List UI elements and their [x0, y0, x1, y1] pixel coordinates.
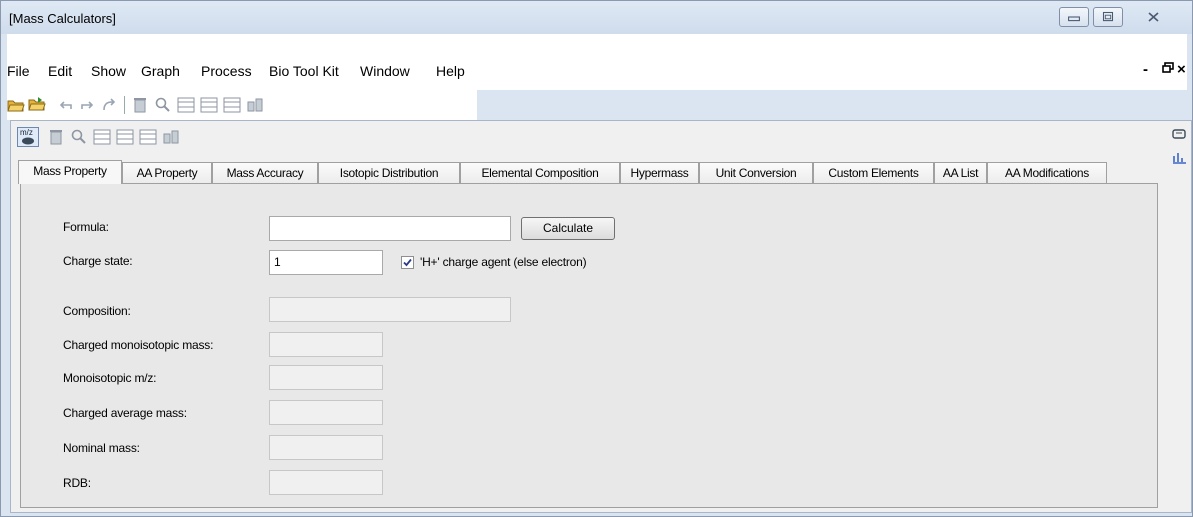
- layout-icon-3[interactable]: [139, 129, 157, 145]
- rdb-label: RDB:: [63, 476, 91, 490]
- tab-aa-modifications[interactable]: AA Modifications: [987, 162, 1107, 183]
- main-toolbar: [7, 90, 477, 120]
- layout-icon-2[interactable]: [116, 129, 134, 145]
- delete-icon[interactable]: [47, 129, 65, 145]
- menu-window[interactable]: Window: [360, 63, 410, 79]
- layout-icon-1[interactable]: [177, 97, 195, 113]
- tab-elemental-composition[interactable]: Elemental Composition: [460, 162, 620, 183]
- minimize-icon: [1068, 16, 1080, 22]
- calculator-toolbar: m/z: [11, 121, 1191, 164]
- mdi-close-button[interactable]: ×: [1177, 61, 1186, 78]
- charged-average-mass-label: Charged average mass:: [63, 406, 187, 420]
- tab-aa-list[interactable]: AA List: [934, 162, 987, 183]
- menu-edit[interactable]: Edit: [48, 63, 72, 79]
- close-icon: [1148, 12, 1159, 22]
- mz-calculator-button[interactable]: m/z: [17, 127, 39, 147]
- charge-state-label: Charge state:: [63, 254, 133, 268]
- charged-average-mass-output: [269, 400, 383, 425]
- close-button[interactable]: [1129, 7, 1179, 27]
- rdb-output: [269, 470, 383, 495]
- formula-label: Formula:: [63, 220, 109, 234]
- tab-mass-property[interactable]: Mass Property: [18, 160, 122, 184]
- tab-hypermass[interactable]: Hypermass: [620, 162, 699, 183]
- menu-graph[interactable]: Graph: [141, 63, 180, 79]
- mdi-restore-button[interactable]: [1162, 61, 1174, 78]
- restore-icon: [1102, 11, 1114, 22]
- window-title: [Mass Calculators]: [9, 11, 116, 26]
- monoisotopic-mz-label: Monoisotopic m/z:: [63, 371, 157, 385]
- compare-icon[interactable]: [162, 129, 180, 145]
- menu-help[interactable]: Help: [436, 63, 465, 79]
- charged-monoisotopic-mass-output: [269, 332, 383, 357]
- formula-input[interactable]: [269, 216, 511, 241]
- mdi-restore-icon: [1162, 62, 1174, 73]
- undo-icon[interactable]: [56, 97, 74, 113]
- calculate-button[interactable]: Calculate: [521, 217, 615, 240]
- delete-icon[interactable]: [131, 97, 149, 113]
- tab-unit-conversion[interactable]: Unit Conversion: [699, 162, 813, 183]
- menu-process[interactable]: Process: [201, 63, 252, 79]
- tab-isotopic-distribution[interactable]: Isotopic Distribution: [318, 162, 460, 183]
- checkmark-icon: [403, 258, 412, 267]
- tab-custom-elements[interactable]: Custom Elements: [813, 162, 934, 183]
- charged-monoisotopic-mass-label: Charged monoisotopic mass:: [63, 338, 214, 352]
- copy-icon[interactable]: [1171, 127, 1189, 143]
- tab-mass-accuracy[interactable]: Mass Accuracy: [212, 162, 318, 183]
- nominal-mass-label: Nominal mass:: [63, 441, 140, 455]
- menu-bar: File Edit Show Graph Process Bio Tool Ki…: [7, 34, 1187, 90]
- repeat-icon[interactable]: [101, 96, 119, 112]
- redo-icon[interactable]: [79, 97, 97, 113]
- layout-icon-3[interactable]: [223, 97, 241, 113]
- mass-property-panel: Formula: Calculate Charge state: 1 'H+' …: [20, 183, 1158, 508]
- tab-aa-property[interactable]: AA Property: [122, 162, 212, 183]
- menu-file[interactable]: File: [7, 63, 30, 79]
- menu-bio-tool-kit[interactable]: Bio Tool Kit: [269, 63, 339, 79]
- title-bar: [Mass Calculators]: [1, 1, 1192, 34]
- mdi-minimize-button[interactable]: -: [1143, 61, 1148, 78]
- charge-agent-label: 'H+' charge agent (else electron): [420, 255, 587, 269]
- toolbar-separator: [124, 96, 125, 114]
- charge-agent-checkbox[interactable]: [401, 256, 414, 269]
- composition-label: Composition:: [63, 304, 131, 318]
- compare-icon[interactable]: [246, 97, 264, 113]
- composition-output: [269, 297, 511, 322]
- open-recent-icon[interactable]: [28, 96, 46, 112]
- zoom-icon[interactable]: [70, 129, 88, 145]
- minimize-button[interactable]: [1059, 7, 1089, 27]
- charge-state-input[interactable]: 1: [269, 250, 383, 275]
- zoom-icon[interactable]: [154, 97, 172, 113]
- mz-icon: [22, 137, 34, 145]
- maximize-button[interactable]: [1093, 7, 1123, 27]
- open-folder-icon[interactable]: [7, 97, 25, 113]
- monoisotopic-mz-output: [269, 365, 383, 390]
- nominal-mass-output: [269, 435, 383, 460]
- layout-icon-2[interactable]: [200, 97, 218, 113]
- menu-show[interactable]: Show: [91, 63, 126, 79]
- bar-chart-icon[interactable]: [1171, 148, 1189, 164]
- layout-icon-1[interactable]: [93, 129, 111, 145]
